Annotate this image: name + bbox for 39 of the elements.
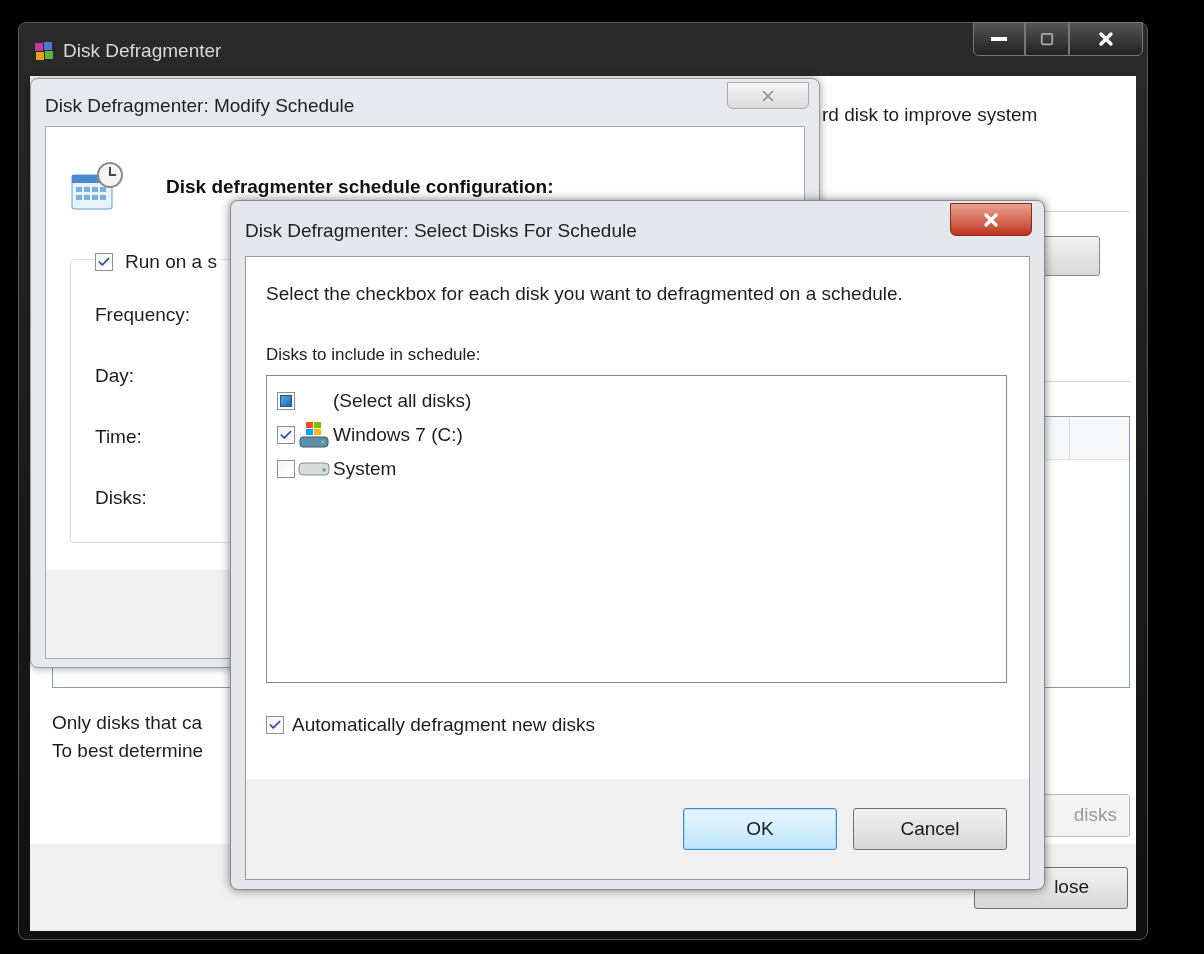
disk-list-item[interactable]: Windows 7 (C:) bbox=[277, 420, 1006, 450]
disk-label: System bbox=[333, 456, 397, 481]
dialog-title: Disk Defragmenter: Modify Schedule bbox=[45, 94, 355, 118]
checkbox[interactable] bbox=[277, 460, 295, 478]
checkbox-label: Run on a s bbox=[125, 250, 217, 274]
close-button[interactable] bbox=[950, 203, 1032, 236]
dialog-button[interactable]: OK bbox=[683, 808, 837, 850]
minimize-icon bbox=[991, 37, 1007, 41]
checkbox[interactable] bbox=[95, 253, 113, 272]
minimize-button[interactable] bbox=[973, 22, 1025, 56]
checkbox-label: Automatically defragment new disks bbox=[292, 713, 596, 737]
schedule-heading: Disk defragmenter schedule configuration: bbox=[166, 174, 554, 199]
note-text: Only disks that ca bbox=[52, 711, 202, 735]
maximize-button[interactable] bbox=[1025, 22, 1069, 56]
close-button[interactable] bbox=[1069, 22, 1143, 56]
checkbox[interactable] bbox=[266, 716, 284, 735]
calendar-clock-icon bbox=[70, 161, 126, 213]
check-icon bbox=[279, 428, 293, 442]
description-text: rd disk to improve system bbox=[822, 104, 1038, 126]
field-label: Day: bbox=[95, 363, 135, 387]
checkbox[interactable] bbox=[277, 426, 295, 444]
windows-drive-icon bbox=[298, 420, 330, 450]
field-label: Time: bbox=[95, 424, 142, 448]
window-title: Disk Defragmenter bbox=[63, 39, 222, 63]
disk-label: (Select all disks) bbox=[333, 388, 472, 413]
dialog-button[interactable]: Cancel bbox=[853, 808, 1007, 850]
disk-list-item[interactable]: System bbox=[277, 454, 1006, 484]
field-label: Frequency: bbox=[95, 302, 191, 326]
instruction-text: Select the checkbox for each disk you want to defragmented on a schedule. bbox=[266, 282, 904, 306]
app-icon bbox=[33, 40, 55, 63]
maximize-icon bbox=[1040, 32, 1054, 46]
close-icon bbox=[1096, 29, 1116, 49]
field-label: Disks: bbox=[95, 485, 147, 509]
note-text: To best determine bbox=[52, 739, 204, 763]
list-label: Disks to include in schedule: bbox=[266, 344, 482, 366]
dialog-title: Disk Defragmenter: Select Disks For Schedule bbox=[245, 219, 637, 243]
drive-icon bbox=[298, 462, 330, 476]
disk-list-item[interactable]: (Select all disks) bbox=[277, 386, 1006, 416]
disk-label: Windows 7 (C:) bbox=[333, 422, 463, 447]
